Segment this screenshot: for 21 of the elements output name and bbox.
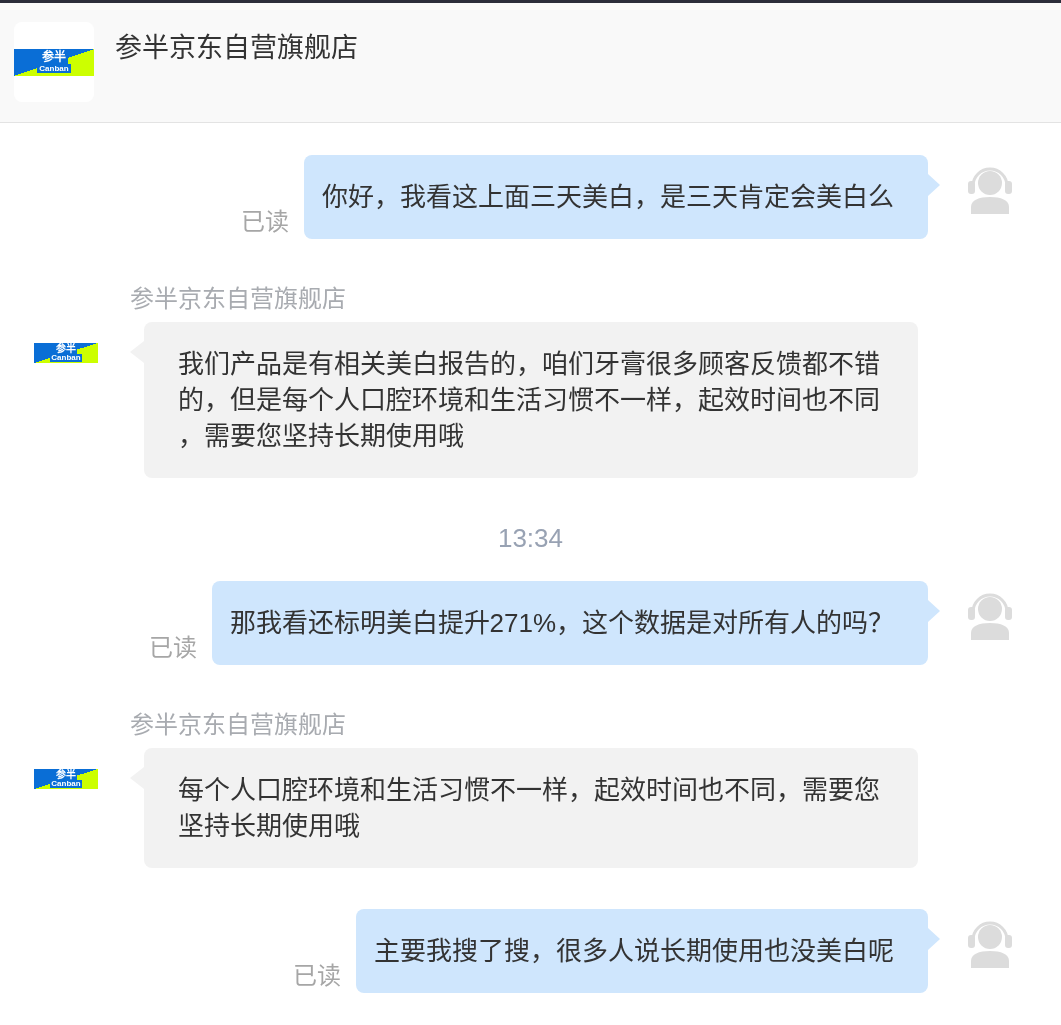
logo-title: 参半 (55, 344, 77, 354)
sender-name: 参半京东自营旗舰店 (130, 710, 346, 740)
timestamp: 13:34 (497, 522, 564, 555)
shop-title: 参半京东自营旗舰店 (115, 32, 358, 65)
read-status: 已读 (148, 633, 197, 663)
message-bubble: 主要我搜了搜，很多人说长期使用也没美白呢 (356, 909, 928, 993)
bubble-tail-icon (928, 928, 940, 950)
sender-name: 参半京东自营旗舰店 (130, 284, 346, 314)
logo-subtitle: Canban (50, 780, 82, 788)
read-status: 已读 (241, 207, 289, 237)
logo-subtitle: Canban (37, 64, 71, 73)
logo-subtitle: Canban (50, 354, 82, 362)
message-bubble: 那我看还标明美白提升271%，这个数据是对所有人的吗？ (211, 581, 928, 665)
message-bubble: 你好，我看这上面三天美白，是三天肯定会美白么 (304, 155, 928, 239)
logo-title: 参半 (55, 770, 77, 780)
message-bubble: 每个人口腔环境和生活习惯不一样，起效时间也不同，需要您坚持长期使用哦 (144, 748, 918, 868)
message-bubble: 我们产品是有相关美白报告的，咱们牙膏很多顾客反馈都不错的，但是每个人口腔环境和生活习惯不一样，起效时间也不同，需要您坚持长期使用哦 (144, 322, 918, 478)
read-status: 已读 (293, 961, 341, 991)
bubble-tail-icon (928, 600, 940, 622)
logo-title: 参半 (40, 51, 68, 64)
bubble-tail-icon (928, 174, 940, 196)
